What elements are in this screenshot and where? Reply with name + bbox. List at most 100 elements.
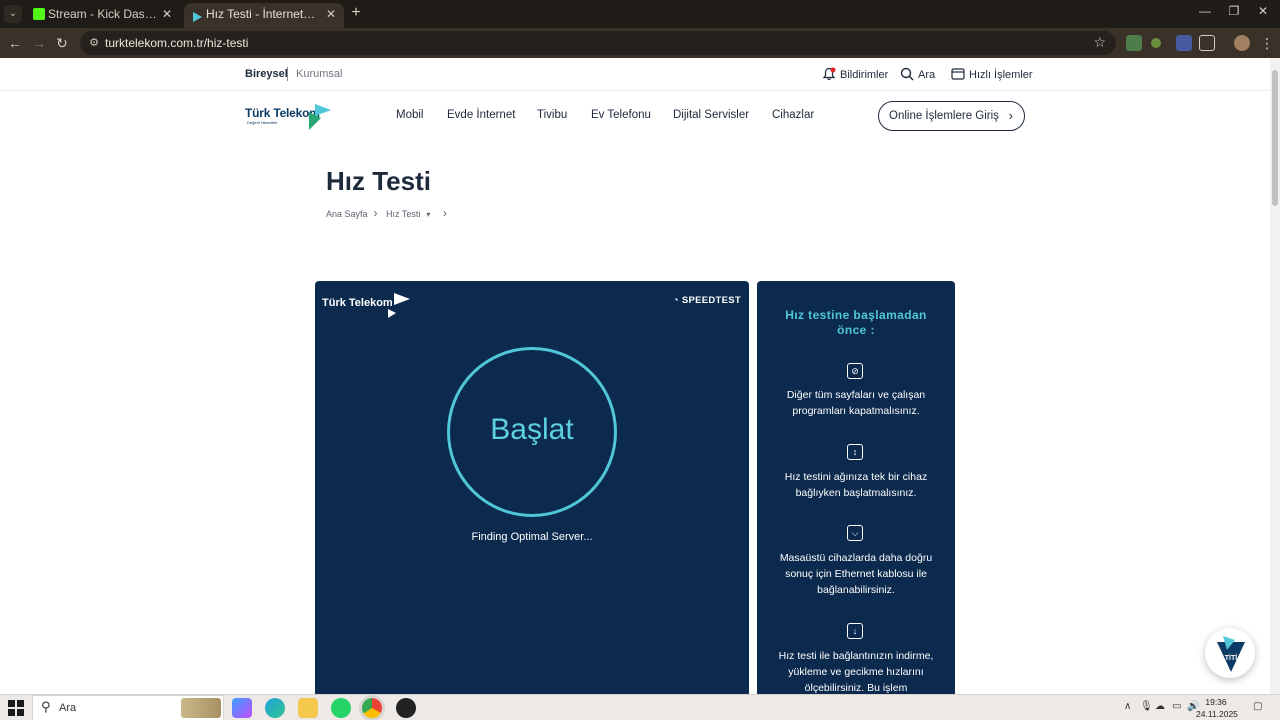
chat-assistant-button[interactable]: TİTİ [1205,628,1255,678]
breadcrumb-current[interactable]: Hız Testi [386,209,420,219]
window-close-icon[interactable]: ✕ [1253,4,1273,18]
page-scrollbar[interactable] [1270,58,1280,694]
speedtest-turktelekom-logo: Türk Telekom [322,293,412,321]
notifications-link[interactable]: Bildirimler [822,67,888,81]
forward-icon[interactable]: → [30,34,48,52]
nav-mobil[interactable]: Mobil [396,109,423,121]
tab-search-button[interactable]: ⌄ [4,5,22,23]
clock-time: 19:36 [1205,697,1227,707]
chrome-icon[interactable] [362,698,382,718]
quick-actions-label: Hızlı İşlemler [969,69,1033,81]
turktelekom-favicon-icon [191,8,203,22]
taskbar-search-placeholder: Ara [59,702,77,714]
speedtest-status: Finding Optimal Server... [471,531,593,543]
chevron-right-icon: › [1008,108,1013,123]
browser-toolbar: ← → ↻ ⚙ turktelekom.com.tr/hiz-testi ☆ ⋮ [0,28,1280,58]
notifications-label: Bildirimler [840,69,889,81]
tip-text: Masaüstü cihazlarda daha doğru sonuç içi… [779,552,933,596]
tip-text: Diğer tüm sayfaları ve çalışan programla… [786,389,926,417]
online-login-label: Online İşlemlere Giriş [889,110,999,122]
monitor-off-icon: ⊘ [847,363,863,379]
reload-icon[interactable]: ↻ [53,34,71,52]
start-test-button[interactable]: Başlat [447,347,617,517]
nav-evde-internet[interactable]: Evde İnternet [447,109,515,121]
cloud-icon[interactable]: ☁ [1155,701,1165,712]
logo-tagline: Değerli Hissettirir [247,120,278,125]
search-icon [900,67,914,81]
bookmark-star-icon[interactable]: ☆ [1093,34,1106,51]
tab-title: Stream - Kick Dashboard [48,7,158,21]
notification-center-icon[interactable]: ▢ [1253,701,1262,712]
restore-icon[interactable]: ❐ [1224,4,1244,18]
taskbar-search[interactable]: ⚲ Ara [32,695,224,720]
logo-arrow-icon [388,293,410,318]
bell-icon [822,67,836,81]
microphone-icon[interactable]: 🎙 [1140,701,1153,712]
turktelekom-logo[interactable]: Türk Telekom Değerli Hissettirir [245,102,335,132]
quick-actions-link[interactable]: Hızlı İşlemler [951,67,1033,81]
chat-label: TİTİ [1225,654,1237,662]
web-page: Bireysel Kurumsal Bildirimler Ara Hızlı … [0,58,1270,694]
scrollbar-thumb[interactable] [1272,70,1278,206]
main-navigation: Türk Telekom Değerli Hissettirir Mobil E… [0,92,1270,142]
page-title: Hız Testi [326,166,431,196]
new-tab-icon[interactable]: + [346,4,366,22]
chevron-right-icon: › [373,206,378,220]
tip-text: Hız testi ile bağlantınızın indirme, yük… [778,650,934,694]
extension-icon[interactable] [1176,35,1192,51]
obs-icon[interactable] [396,698,416,718]
ethernet-icon: ⌵ [847,525,863,541]
speedtest-logo-text: Türk Telekom [322,297,393,309]
close-icon[interactable]: ✕ [162,3,172,25]
extension-icon[interactable] [1126,35,1142,51]
nav-ev-telefonu[interactable]: Ev Telefonu [591,109,651,121]
tab-kick-dashboard[interactable]: Stream - Kick Dashboard ✕ [26,3,180,28]
kick-favicon-icon [33,8,45,20]
clock-date: 24.11.2025 [1196,709,1238,719]
tab-hiz-testi[interactable]: Hız Testi - İnternet Hız Testi & S ✕ [184,3,344,28]
nav-tivibu[interactable]: Tivibu [537,109,567,121]
segment-kurumsal[interactable]: Kurumsal [296,68,342,80]
close-icon[interactable]: ✕ [326,3,336,25]
whatsapp-icon[interactable] [331,698,351,718]
breadcrumb-home[interactable]: Ana Sayfa [326,209,368,219]
url-text[interactable]: turktelekom.com.tr/hiz-testi [105,36,248,50]
quick-actions-icon [951,67,965,81]
search-icon: ⚲ [41,699,51,714]
search-label: Ara [918,69,936,81]
search-link[interactable]: Ara [900,67,935,81]
logo-arrow-icon [309,104,331,130]
file-explorer-icon[interactable] [298,698,318,718]
browser-tab-strip: ⌄ Stream - Kick Dashboard ✕ Hız Testi - … [0,0,1280,28]
windows-start-icon[interactable] [8,700,24,716]
edge-icon[interactable] [265,698,285,718]
network-icon[interactable]: ▭ [1172,701,1181,712]
tips-title: Hız testine başlamadan önce : [785,308,927,337]
download-icon: ↓ [847,623,863,639]
search-highlight-image [181,698,221,718]
tray-chevron-icon[interactable]: ∧ [1124,701,1131,712]
breadcrumb: Ana Sayfa › Hız Testi ▾ › [326,206,453,220]
taskbar-clock[interactable]: 19:36 24.11.2025 [1196,696,1238,720]
chevron-right-icon: › [442,206,447,220]
menu-kebab-icon[interactable]: ⋮ [1258,34,1276,52]
copilot-icon[interactable] [232,698,252,718]
chevron-down-icon[interactable]: ▾ [426,210,430,219]
windows-taskbar: ⚲ Ara ∧ 🎙 ☁ ▭ 🔊 19:36 24.11.2025 ▢ [0,694,1280,720]
tab-title: Hız Testi - İnternet Hız Testi & S [206,7,316,21]
extensions-puzzle-icon[interactable] [1199,35,1215,51]
nav-cihazlar[interactable]: Cihazlar [772,109,814,121]
speedtest-gauge-icon: ◔ [672,295,682,306]
address-bar[interactable]: ⚙ turktelekom.com.tr/hiz-testi ☆ [80,31,1116,55]
device-icon: ↕ [847,444,863,460]
minimize-icon[interactable]: — [1195,4,1215,18]
segment-divider [287,67,288,81]
segment-bireysel[interactable]: Bireysel [245,68,288,80]
nav-dijital-servisler[interactable]: Dijital Servisler [673,109,749,121]
profile-avatar[interactable] [1234,35,1250,51]
back-icon[interactable]: ← [6,34,24,52]
site-info-icon[interactable]: ⚙ [86,35,102,51]
online-login-button[interactable]: Online İşlemlere Giriş › [878,101,1025,131]
extension-icon[interactable] [1151,38,1161,48]
top-utility-bar: Bireysel Kurumsal Bildirimler Ara Hızlı … [0,58,1270,91]
